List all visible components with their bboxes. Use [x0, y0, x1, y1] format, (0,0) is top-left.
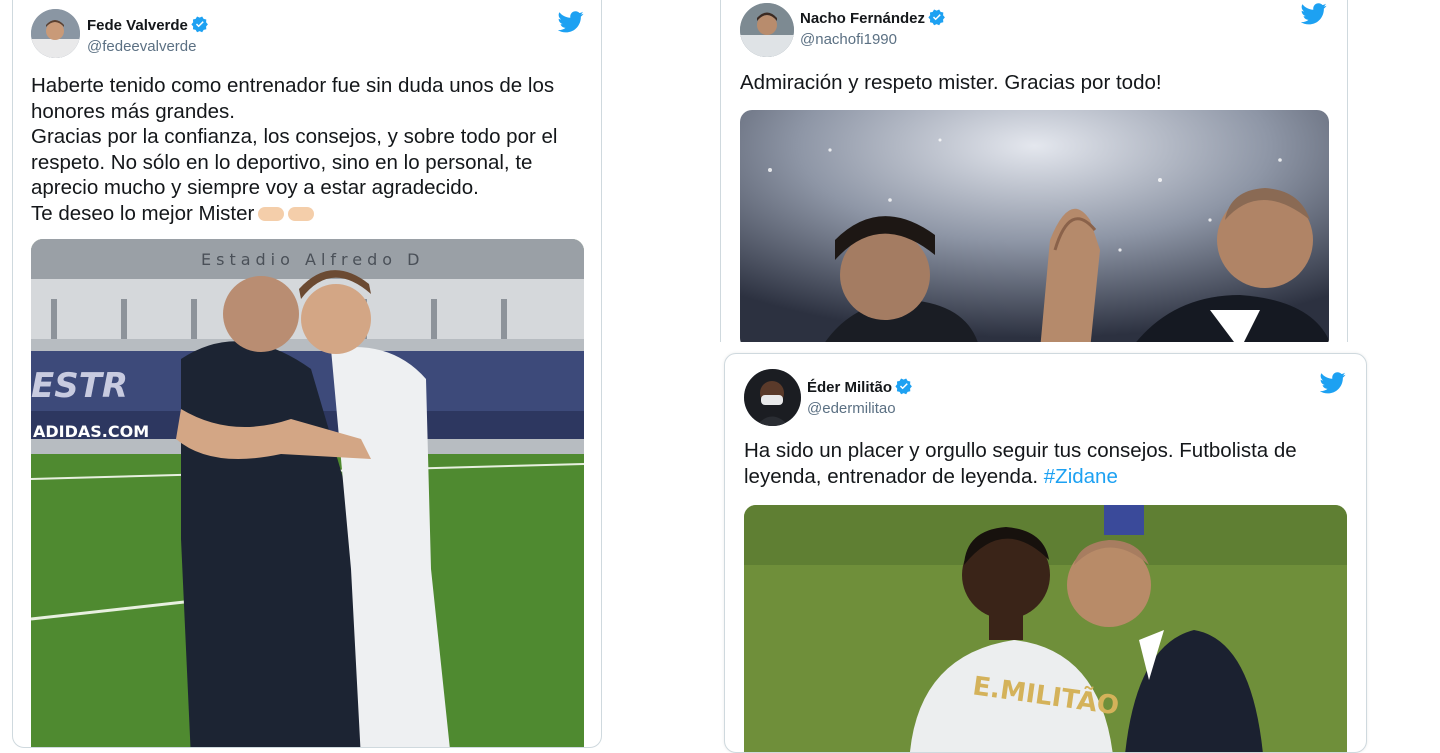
twitter-bird-icon[interactable]	[1319, 372, 1346, 399]
tweet-text: Haberte tenido como entrenador fue sin d…	[31, 74, 558, 225]
display-name[interactable]: Éder Militão	[807, 377, 913, 399]
tweet-text: Admiración y respeto mister. Gracias por…	[740, 71, 1162, 94]
avatar[interactable]	[744, 369, 801, 426]
display-name[interactable]: Fede Valverde	[87, 15, 209, 37]
fist-bump-emoji	[258, 207, 285, 222]
user-handle[interactable]: @nachofi1990	[800, 31, 897, 48]
display-name[interactable]: Nacho Fernández	[800, 8, 946, 30]
twitter-bird-icon[interactable]	[557, 11, 584, 38]
stadium-name-text: Estadio Alfredo D	[201, 250, 424, 269]
avatar[interactable]	[740, 3, 794, 57]
avatar[interactable]	[31, 9, 80, 58]
twitter-bird-icon[interactable]	[1300, 3, 1327, 30]
tweet-card-nacho[interactable]: Nacho Fernández @nachofi1990 Admiración …	[720, 0, 1348, 342]
tweet-text: Ha sido un placer y orgullo seguir tus c…	[744, 439, 1297, 488]
tweet-card-valverde[interactable]: Fede Valverde @fedeevalverde Haberte ten…	[12, 0, 602, 748]
tweet-media-image[interactable]: E.MILITÃO	[744, 505, 1347, 752]
verified-badge-icon	[191, 15, 209, 37]
banner-text: ESTR	[31, 366, 128, 406]
user-handle[interactable]: @fedeevalverde	[87, 38, 196, 55]
hashtag-link[interactable]: #Zidane	[1044, 465, 1118, 488]
verified-badge-icon	[895, 377, 913, 399]
user-handle[interactable]: @edermilitao	[807, 400, 896, 417]
tweet-media-image[interactable]	[740, 110, 1329, 342]
fist-bump-emoji	[288, 207, 315, 222]
ad-board-text: ADIDAS.COM	[33, 422, 149, 441]
verified-badge-icon	[928, 8, 946, 30]
tweet-card-militao[interactable]: Éder Militão @edermilitao Ha sido un pla…	[724, 353, 1367, 753]
tweet-media-image[interactable]: Estadio Alfredo D ESTR ADIDAS.COM	[31, 239, 584, 747]
